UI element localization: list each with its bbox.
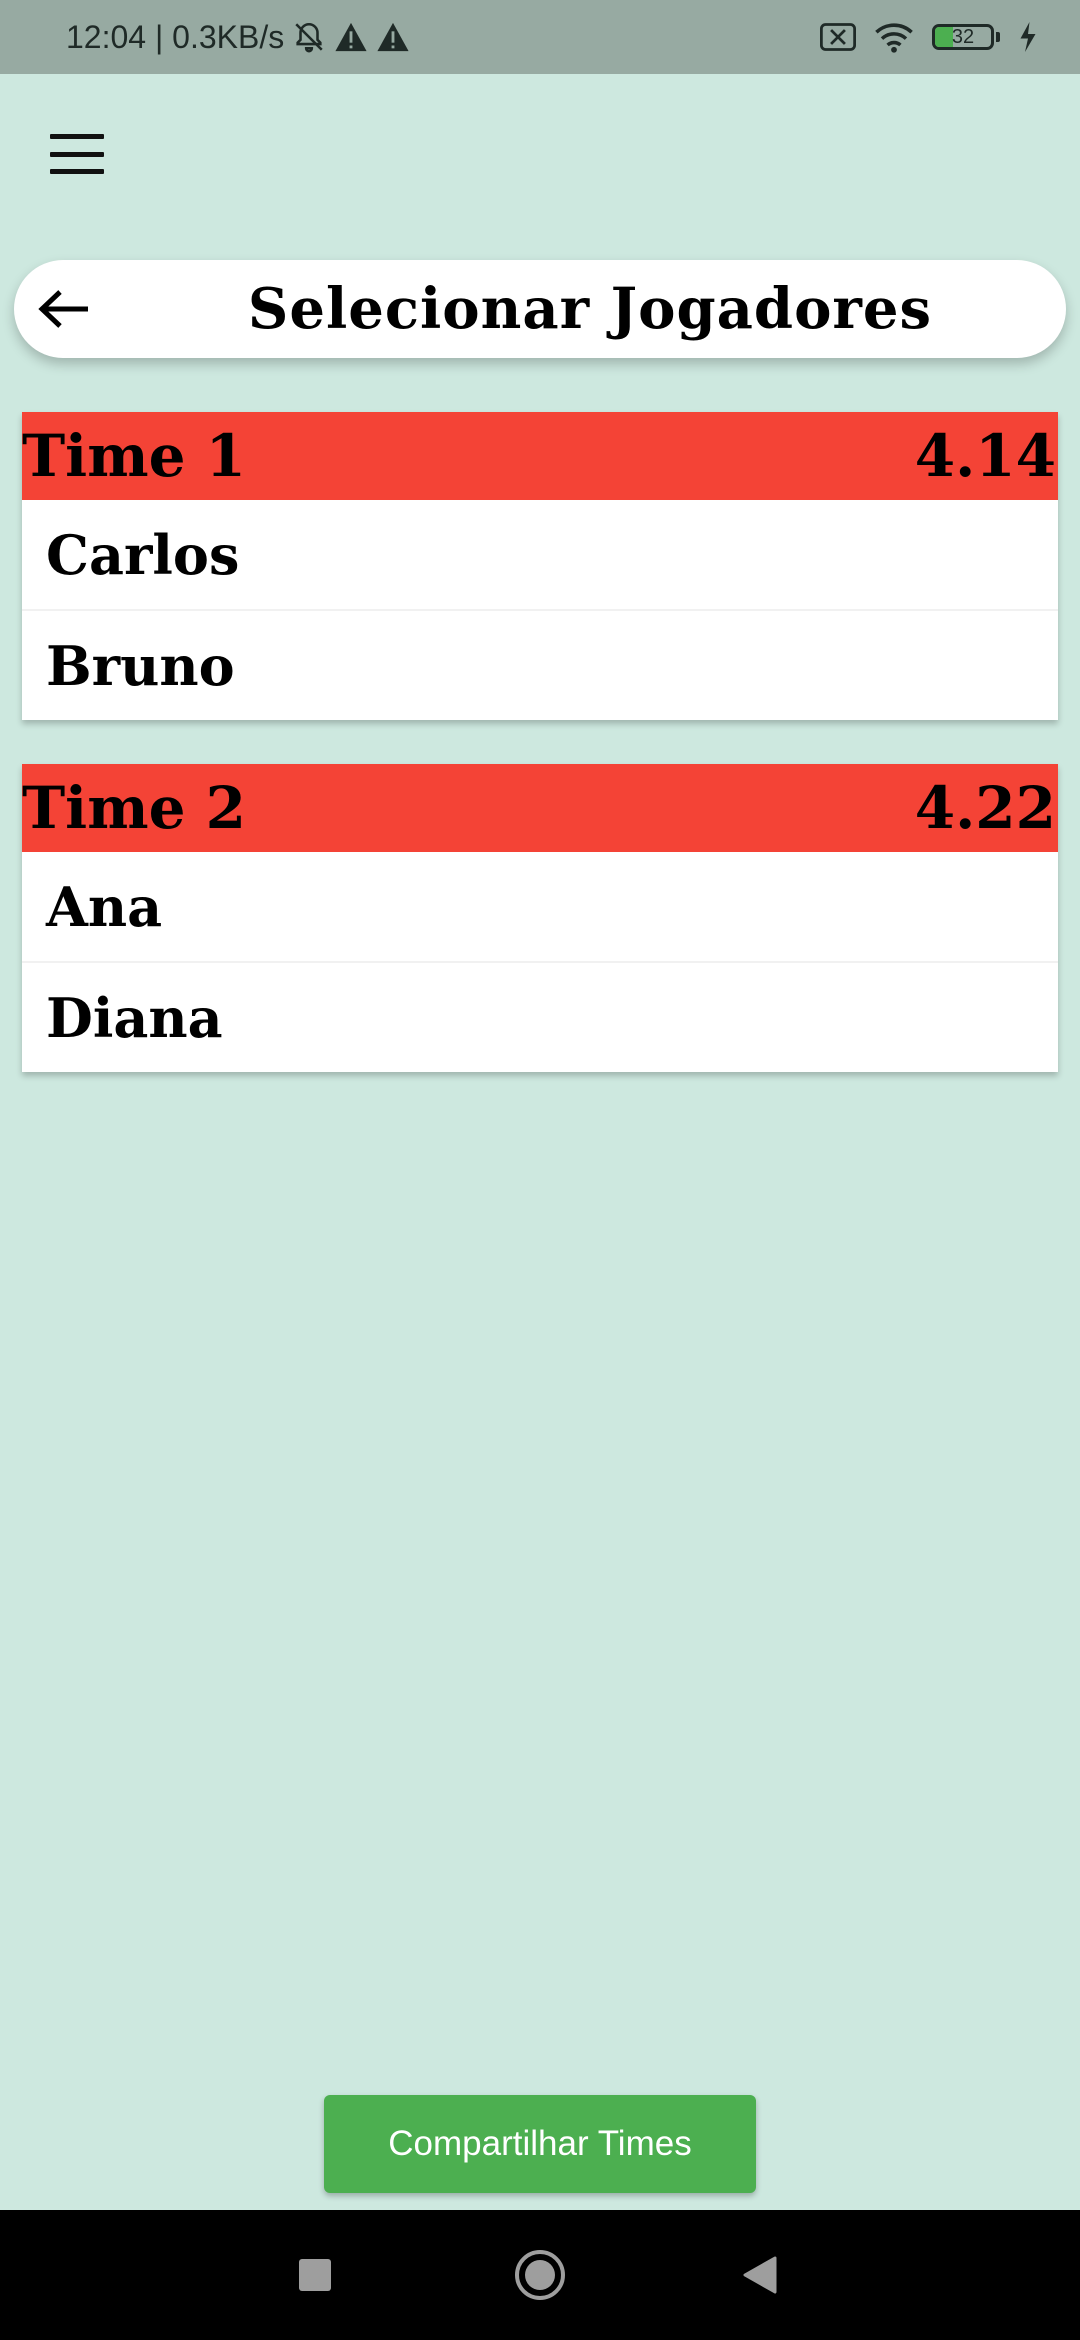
- team-card: Time 1 4.14 Carlos Bruno: [22, 412, 1058, 720]
- player-row[interactable]: Carlos: [22, 500, 1058, 609]
- status-left: 12:04 | 0.3KB/s: [66, 0, 410, 74]
- charging-icon: [1018, 22, 1038, 52]
- battery-level: 32: [951, 25, 975, 48]
- team-card: Time 2 4.22 Ana Diana: [22, 764, 1058, 1072]
- player-row[interactable]: Ana: [22, 852, 1058, 961]
- team-score: 4.14: [914, 422, 1056, 490]
- recents-button[interactable]: [280, 2210, 350, 2340]
- status-time-speed: 12:04 | 0.3KB/s: [66, 18, 285, 55]
- player-row[interactable]: Diana: [22, 961, 1058, 1072]
- battery-indicator: 32: [932, 24, 994, 50]
- system-nav-bar: [0, 2210, 1080, 2340]
- recents-square-icon: [299, 2259, 331, 2291]
- back-button[interactable]: [36, 284, 92, 334]
- team-name: Time 1: [22, 422, 247, 490]
- warning-icon: [376, 21, 410, 53]
- team-score: 4.22: [914, 774, 1056, 842]
- menu-line: [50, 169, 104, 174]
- team-name: Time 2: [22, 774, 247, 842]
- no-sim-icon: [820, 23, 856, 51]
- back-triangle-icon: [743, 2256, 777, 2294]
- battery-tip: [996, 32, 1000, 42]
- team-header: Time 1 4.14: [22, 412, 1058, 500]
- status-bar: 12:04 | 0.3KB/s 32: [0, 0, 1080, 74]
- status-right: 32: [820, 0, 1038, 74]
- alarm-off-icon: [292, 20, 326, 54]
- battery-fill: [935, 27, 953, 47]
- menu-line: [50, 151, 104, 157]
- menu-line: [50, 134, 104, 139]
- page-title: Selecionar Jogadores: [247, 276, 933, 342]
- home-circle-icon: [515, 2250, 565, 2300]
- warning-icon: [334, 21, 368, 53]
- battery-icon: 32: [932, 24, 994, 50]
- share-teams-button[interactable]: Compartilhar Times: [324, 2095, 756, 2193]
- player-row[interactable]: Bruno: [22, 609, 1058, 720]
- hamburger-menu-icon[interactable]: [50, 134, 104, 174]
- wifi-icon: [874, 21, 914, 53]
- home-button[interactable]: [505, 2210, 575, 2340]
- back-nav-button[interactable]: [725, 2210, 795, 2340]
- arrow-left-icon: [38, 290, 88, 328]
- header-card: Selecionar Jogadores: [14, 260, 1066, 358]
- team-header: Time 2 4.22: [22, 764, 1058, 852]
